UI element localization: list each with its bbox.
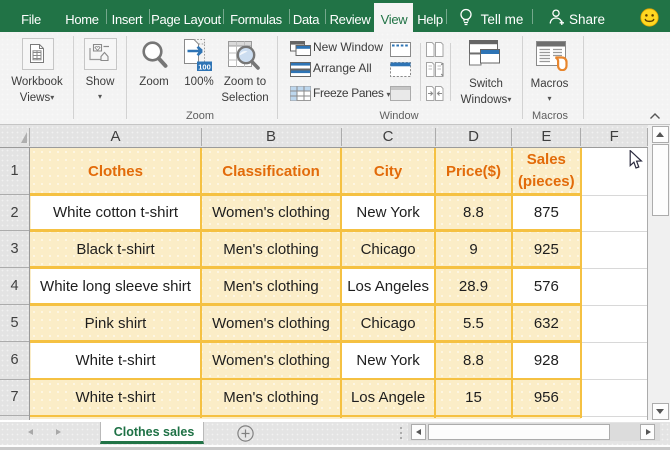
svg-text:100: 100 (198, 62, 211, 71)
